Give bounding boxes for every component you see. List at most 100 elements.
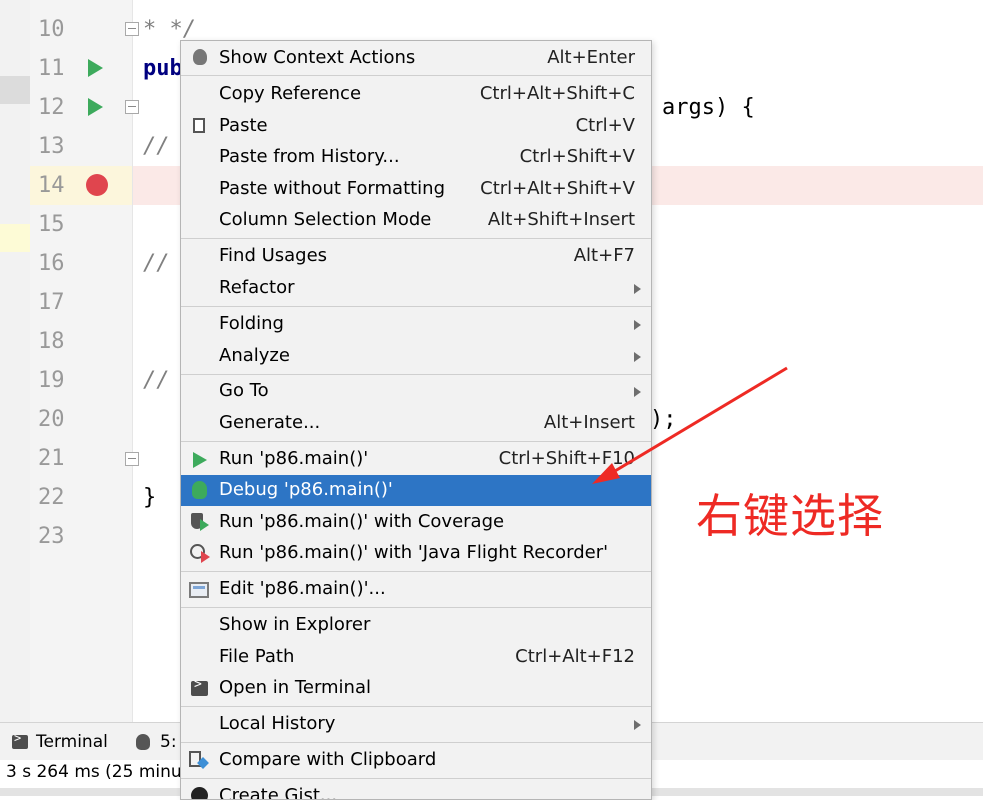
run-gutter-icon[interactable] [88, 98, 103, 116]
menu-item-show-in-explorer[interactable]: Show in Explorer [181, 610, 651, 641]
menu-item-shortcut: Alt+Enter [547, 47, 635, 68]
submenu-arrow-icon [634, 320, 641, 330]
editor-context-menu: Show Context Actions Alt+Enter Copy Refe… [180, 40, 652, 800]
menu-item-label: Copy Reference [219, 83, 362, 104]
terminal-icon [191, 677, 208, 696]
menu-item-create-gist[interactable]: Create Gist... [181, 781, 651, 800]
menu-item-generate[interactable]: Generate... Alt+Insert [181, 408, 651, 439]
menu-separator [181, 607, 651, 608]
code-line-11[interactable]: pub [143, 49, 183, 88]
bug-icon [136, 734, 150, 750]
fold-icon[interactable] [125, 452, 139, 466]
fold-icon[interactable] [125, 100, 139, 114]
clipboard-icon [193, 118, 205, 133]
submenu-arrow-icon [634, 352, 641, 362]
breakpoint-icon[interactable] [86, 174, 108, 196]
menu-item-folding[interactable]: Folding [181, 309, 651, 340]
menu-item-label: Edit 'p86.main()'... [219, 578, 386, 599]
coverage-icon [191, 513, 209, 531]
line-number: 21 [38, 446, 65, 471]
menu-item-run-with-coverage[interactable]: Run 'p86.main()' with Coverage [181, 507, 651, 538]
line-number: 17 [38, 290, 65, 315]
line-number: 16 [38, 251, 65, 276]
menu-item-run[interactable]: Run 'p86.main()' Ctrl+Shift+F10 [181, 444, 651, 475]
menu-item-label: File Path [219, 646, 295, 667]
menu-item-label: Debug 'p86.main()' [219, 479, 393, 500]
code-line-19[interactable]: // [143, 361, 170, 400]
submenu-arrow-icon [634, 284, 641, 294]
menu-item-local-history[interactable]: Local History [181, 709, 651, 740]
submenu-arrow-icon [634, 387, 641, 397]
code-line-20[interactable]: ); [650, 400, 677, 439]
left-strip-marker [0, 224, 30, 252]
menu-item-label: Find Usages [219, 245, 328, 266]
menu-item-find-usages[interactable]: Find Usages Alt+F7 [181, 241, 651, 272]
menu-item-shortcut: Alt+Shift+Insert [487, 209, 635, 230]
code-line-16[interactable]: // [143, 244, 170, 283]
menu-item-go-to[interactable]: Go To [181, 376, 651, 407]
menu-item-label: Column Selection Mode [219, 209, 432, 230]
menu-item-paste-from-history[interactable]: Paste from History... Ctrl+Shift+V [181, 142, 651, 173]
annotation-text: 右键选择 [696, 489, 884, 543]
line-number: 12 [38, 95, 65, 120]
menu-item-label: Compare with Clipboard [219, 749, 437, 770]
line-number: 13 [38, 134, 65, 159]
line-number: 11 [38, 56, 65, 81]
menu-item-compare-with-clipboard[interactable]: Compare with Clipboard [181, 745, 651, 776]
menu-separator [181, 742, 651, 743]
menu-item-shortcut: Ctrl+V [575, 115, 635, 136]
menu-separator [181, 571, 651, 572]
line-number: 10 [38, 17, 65, 42]
menu-item-file-path[interactable]: File Path Ctrl+Alt+F12 [181, 642, 651, 673]
menu-item-label: Create Gist... [219, 785, 338, 800]
terminal-tab-label: Terminal [36, 732, 108, 752]
menu-item-label: Paste [219, 115, 268, 136]
menu-item-label: Paste from History... [219, 146, 400, 167]
editor-left-strip [0, 0, 30, 722]
menu-item-shortcut: Ctrl+Alt+F12 [515, 646, 635, 667]
menu-item-open-in-terminal[interactable]: Open in Terminal [181, 673, 651, 704]
code-line-13[interactable]: // [143, 127, 170, 166]
menu-separator [181, 778, 651, 779]
code-line-12[interactable]: args) { [662, 88, 755, 127]
line-number: 14 [38, 173, 65, 198]
menu-item-shortcut: Ctrl+Alt+Shift+V [480, 178, 635, 199]
menu-item-label: Run 'p86.main()' with Coverage [219, 511, 505, 532]
menu-item-shortcut: Ctrl+Shift+V [519, 146, 635, 167]
menu-separator [181, 75, 651, 76]
compare-icon [189, 751, 209, 771]
menu-separator [181, 441, 651, 442]
debug-icon [192, 481, 207, 499]
line-number: 15 [38, 212, 65, 237]
terminal-tool-tab[interactable]: Terminal [12, 731, 108, 752]
line-number: 22 [38, 485, 65, 510]
menu-item-shortcut: Ctrl+Alt+Shift+C [479, 83, 635, 104]
menu-item-refactor[interactable]: Refactor [181, 273, 651, 304]
menu-item-label: Paste without Formatting [219, 178, 446, 199]
menu-separator [181, 706, 651, 707]
line-number: 23 [38, 524, 65, 549]
menu-item-shortcut: Alt+Insert [543, 412, 635, 433]
menu-item-label: Run 'p86.main()' with 'Java Flight Recor… [219, 542, 609, 563]
menu-item-label: Refactor [219, 277, 295, 298]
menu-item-column-selection-mode[interactable]: Column Selection Mode Alt+Shift+Insert [181, 205, 651, 236]
menu-item-shortcut: Ctrl+Shift+F10 [498, 448, 635, 469]
menu-item-run-with-flight-recorder[interactable]: Run 'p86.main()' with 'Java Flight Recor… [181, 538, 651, 569]
menu-item-debug[interactable]: Debug 'p86.main()' [181, 475, 651, 506]
menu-item-label: Show Context Actions [219, 47, 416, 68]
run-gutter-icon[interactable] [88, 59, 103, 77]
line-number: 18 [38, 329, 65, 354]
submenu-arrow-icon [634, 720, 641, 730]
menu-item-edit-configuration[interactable]: Edit 'p86.main()'... [181, 574, 651, 605]
menu-item-analyze[interactable]: Analyze [181, 341, 651, 372]
left-strip-marker [0, 76, 30, 104]
menu-item-copy-reference[interactable]: Copy Reference Ctrl+Alt+Shift+C [181, 79, 651, 110]
menu-item-paste-without-formatting[interactable]: Paste without Formatting Ctrl+Alt+Shift+… [181, 174, 651, 205]
menu-separator [181, 306, 651, 307]
menu-item-label: Go To [219, 380, 269, 401]
menu-item-label: Analyze [219, 345, 290, 366]
menu-item-paste[interactable]: Paste Ctrl+V [181, 111, 651, 142]
menu-item-show-context-actions[interactable]: Show Context Actions Alt+Enter [181, 43, 651, 74]
code-line-22[interactable]: } [143, 478, 156, 517]
fold-icon[interactable] [125, 22, 139, 36]
